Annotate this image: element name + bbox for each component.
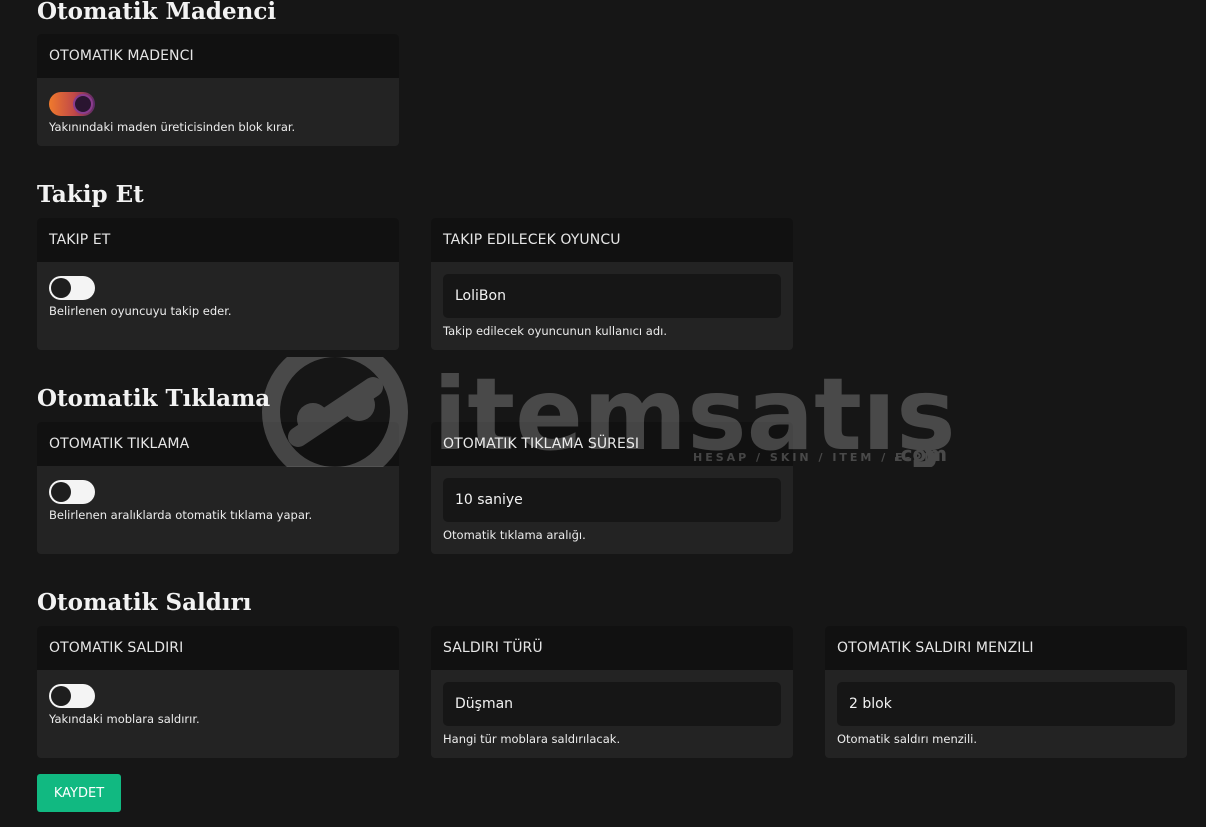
follow-toggle-card: TAKIP ET Belirlenen oyuncuyu takip eder. (37, 218, 399, 350)
field-description: Otomatik tıklama aralığı. (443, 528, 586, 542)
toggle-knob (73, 94, 93, 114)
autoclick-interval-select[interactable]: 10 saniye (443, 478, 781, 522)
field-description: Hangi tür moblara saldırılacak. (443, 732, 621, 746)
card-header: TAKIP ET (37, 218, 399, 262)
toggle-knob (51, 278, 71, 298)
miner-toggle-card: OTOMATIK MADENCI Yakınındaki maden üreti… (37, 34, 399, 146)
card-description: Belirlenen oyuncuyu takip eder. (49, 304, 232, 318)
attack-type-select[interactable]: Düşman (443, 682, 781, 726)
attack-range-card: OTOMATIK SALDIRI MENZILI 2 blok Otomatik… (825, 626, 1187, 758)
section-title-attack: Otomatik Saldırı (37, 589, 252, 616)
attack-type-card: SALDIRI TÜRÜ Düşman Hangi tür moblara sa… (431, 626, 793, 758)
toggle-knob (51, 482, 71, 502)
save-button[interactable]: KAYDET (37, 774, 121, 812)
autoclick-interval-card: OTOMATIK TIKLAMA SÜRESI 10 saniye Otomat… (431, 422, 793, 554)
field-description: Otomatik saldırı menzili. (837, 732, 978, 746)
card-description: Yakınındaki maden üreticisinden blok kır… (49, 120, 296, 134)
autoclick-toggle-card: OTOMATIK TIKLAMA Belirlenen aralıklarda … (37, 422, 399, 554)
follow-toggle[interactable] (49, 276, 95, 300)
card-header: OTOMATIK SALDIRI (37, 626, 399, 670)
autoclick-toggle[interactable] (49, 480, 95, 504)
section-title-follow: Takip Et (37, 181, 144, 208)
section-title-autoclick: Otomatik Tıklama (37, 385, 271, 412)
follow-player-card: TAKIP EDILECEK OYUNCU LoliBon Takip edil… (431, 218, 793, 350)
field-description: Takip edilecek oyuncunun kullanıcı adı. (443, 324, 667, 338)
card-description: Belirlenen aralıklarda otomatik tıklama … (49, 508, 313, 522)
attack-toggle-card: OTOMATIK SALDIRI Yakındaki moblara saldı… (37, 626, 399, 758)
card-header: OTOMATIK SALDIRI MENZILI (825, 626, 1187, 670)
card-header: OTOMATIK MADENCI (37, 34, 399, 78)
card-header: OTOMATIK TIKLAMA SÜRESI (431, 422, 793, 466)
attack-toggle[interactable] (49, 684, 95, 708)
miner-toggle[interactable] (49, 92, 95, 116)
attack-range-select[interactable]: 2 blok (837, 682, 1175, 726)
section-title-miner: Otomatik Madenci (37, 0, 277, 25)
watermark-suffix: .com (893, 442, 947, 466)
follow-player-input[interactable]: LoliBon (443, 274, 781, 318)
card-header: SALDIRI TÜRÜ (431, 626, 793, 670)
card-description: Yakındaki moblara saldırır. (49, 712, 200, 726)
toggle-knob (51, 686, 71, 706)
card-header: OTOMATIK TIKLAMA (37, 422, 399, 466)
card-header: TAKIP EDILECEK OYUNCU (431, 218, 793, 262)
